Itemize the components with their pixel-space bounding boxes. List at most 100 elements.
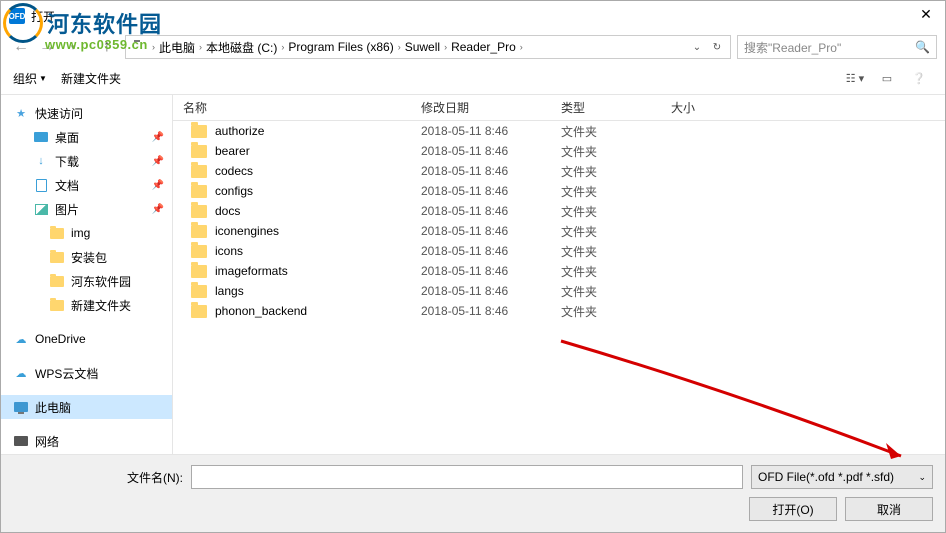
pin-icon: 📌 (152, 156, 164, 167)
pc-icon (130, 40, 144, 54)
folder-icon (49, 225, 65, 241)
file-date: 2018-05-11 8:46 (411, 204, 551, 218)
sidebar-install[interactable]: 安装包 (1, 245, 172, 269)
file-list: 名称 修改日期 类型 大小 authorize2018-05-11 8:46文件… (173, 95, 945, 487)
cancel-button[interactable]: 取消 (845, 497, 933, 521)
folder-icon (49, 273, 65, 289)
sidebar-pictures[interactable]: 图片📌 (1, 197, 172, 221)
cloud-icon: ☁ (13, 331, 29, 347)
filename-label: 文件名(N): (13, 469, 183, 486)
file-date: 2018-05-11 8:46 (411, 144, 551, 158)
sidebar-quick-access[interactable]: ★快速访问 (1, 101, 172, 125)
crumb-pf[interactable]: Program Files (x86) (288, 40, 393, 54)
col-date[interactable]: 修改日期 (411, 99, 551, 116)
file-date: 2018-05-11 8:46 (411, 164, 551, 178)
folder-icon (191, 145, 207, 158)
sidebar-img[interactable]: img (1, 221, 172, 245)
pin-icon: 📌 (152, 132, 164, 143)
table-row[interactable]: docs 2018-05-11 8:46文件夹 (173, 201, 945, 221)
file-name: configs (215, 184, 253, 198)
sidebar-downloads[interactable]: ↓下载📌 (1, 149, 172, 173)
search-placeholder: 搜索"Reader_Pro" (744, 39, 841, 56)
file-name: phonon_backend (215, 304, 307, 318)
toolbar: 组织▼ 新建文件夹 ☷ ▾ ▭ ❔ (1, 63, 945, 95)
cloud-icon: ☁ (13, 365, 29, 381)
file-date: 2018-05-11 8:46 (411, 124, 551, 138)
close-button[interactable]: ✕ (911, 6, 941, 26)
col-size[interactable]: 大小 (661, 99, 741, 116)
new-folder-button[interactable]: 新建文件夹 (61, 70, 121, 87)
table-row[interactable]: imageformats2018-05-11 8:46文件夹 (173, 261, 945, 281)
view-mode-button[interactable]: ☷ ▾ (841, 68, 869, 90)
sidebar-thispc[interactable]: 此电脑 (1, 395, 172, 419)
help-button[interactable]: ❔ (905, 68, 933, 90)
sidebar-network[interactable]: 网络 (1, 429, 172, 453)
crumb-suwell[interactable]: Suwell (405, 40, 440, 54)
table-row[interactable]: langs2018-05-11 8:46文件夹 (173, 281, 945, 301)
file-type: 文件夹 (551, 123, 661, 140)
desktop-icon (33, 129, 49, 145)
table-row[interactable]: configs 2018-05-11 8:46文件夹 (173, 181, 945, 201)
file-date: 2018-05-11 8:46 (411, 244, 551, 258)
crumb-thispc[interactable]: 此电脑 (159, 39, 195, 56)
file-name: bearer (215, 144, 250, 158)
search-input[interactable]: 搜索"Reader_Pro" 🔍 (737, 35, 937, 59)
breadcrumb[interactable]: › 此电脑 › 本地磁盘 (C:) › Program Files (x86) … (125, 35, 731, 59)
column-headers: 名称 修改日期 类型 大小 (173, 95, 945, 121)
sidebar-wps[interactable]: ☁WPS云文档 (1, 361, 172, 385)
col-type[interactable]: 类型 (551, 99, 661, 116)
forward-button[interactable]: → (35, 35, 59, 59)
file-type: 文件夹 (551, 143, 661, 160)
file-name: codecs (215, 164, 253, 178)
sidebar-onedrive[interactable]: ☁OneDrive (1, 327, 172, 351)
open-button[interactable]: 打开(O) (749, 497, 837, 521)
table-row[interactable]: icons2018-05-11 8:46文件夹 (173, 241, 945, 261)
folder-icon (191, 125, 207, 138)
file-name: imageformats (215, 264, 288, 278)
sidebar-documents[interactable]: 文档📌 (1, 173, 172, 197)
folder-icon (191, 305, 207, 318)
main-area: ★快速访问 桌面📌 ↓下载📌 文档📌 图片📌 img 安装包 河东软件园 新建文… (1, 95, 945, 487)
table-row[interactable]: phonon_backend2018-05-11 8:46文件夹 (173, 301, 945, 321)
table-row[interactable]: iconengines 2018-05-11 8:46文件夹 (173, 221, 945, 241)
table-row[interactable]: authorize 2018-05-11 8:46文件夹 (173, 121, 945, 141)
folder-icon (191, 225, 207, 238)
recent-dropdown[interactable]: ▾ (61, 35, 85, 59)
folder-icon (191, 165, 207, 178)
file-type: 文件夹 (551, 163, 661, 180)
download-icon: ↓ (33, 153, 49, 169)
table-row[interactable]: codecs 2018-05-11 8:46文件夹 (173, 161, 945, 181)
file-type: 文件夹 (551, 223, 661, 240)
breadcrumb-dropdown-icon[interactable]: ⌄ (688, 42, 706, 53)
organize-button[interactable]: 组织▼ (13, 70, 47, 87)
filename-input[interactable] (191, 465, 743, 489)
crumb-reader[interactable]: Reader_Pro (451, 40, 516, 54)
file-type: 文件夹 (551, 303, 661, 320)
preview-pane-button[interactable]: ▭ (873, 68, 901, 90)
folder-icon (191, 205, 207, 218)
file-type: 文件夹 (551, 203, 661, 220)
sidebar-hedong[interactable]: 河东软件园 (1, 269, 172, 293)
crumb-drive[interactable]: 本地磁盘 (C:) (206, 39, 277, 56)
col-name[interactable]: 名称 (173, 99, 411, 116)
folder-icon (191, 185, 207, 198)
folder-icon (49, 297, 65, 313)
file-name: iconengines (215, 224, 279, 238)
file-date: 2018-05-11 8:46 (411, 184, 551, 198)
sidebar-newfolder[interactable]: 新建文件夹 (1, 293, 172, 317)
file-type: 文件夹 (551, 283, 661, 300)
folder-icon (191, 265, 207, 278)
back-button[interactable]: ← (9, 35, 33, 59)
refresh-icon[interactable]: ↻ (708, 42, 726, 53)
sidebar-desktop[interactable]: 桌面📌 (1, 125, 172, 149)
titlebar: OFD 打开 ✕ (1, 1, 945, 31)
sidebar: ★快速访问 桌面📌 ↓下载📌 文档📌 图片📌 img 安装包 河东软件园 新建文… (1, 95, 173, 487)
file-date: 2018-05-11 8:46 (411, 224, 551, 238)
up-button[interactable]: ↑ (95, 35, 119, 59)
file-type-filter[interactable]: OFD File(*.ofd *.pdf *.sfd) ⌄ (751, 465, 933, 489)
file-name: authorize (215, 124, 264, 138)
table-row[interactable]: bearer 2018-05-11 8:46文件夹 (173, 141, 945, 161)
file-type: 文件夹 (551, 183, 661, 200)
search-icon: 🔍 (915, 40, 930, 54)
file-name: docs (215, 204, 240, 218)
